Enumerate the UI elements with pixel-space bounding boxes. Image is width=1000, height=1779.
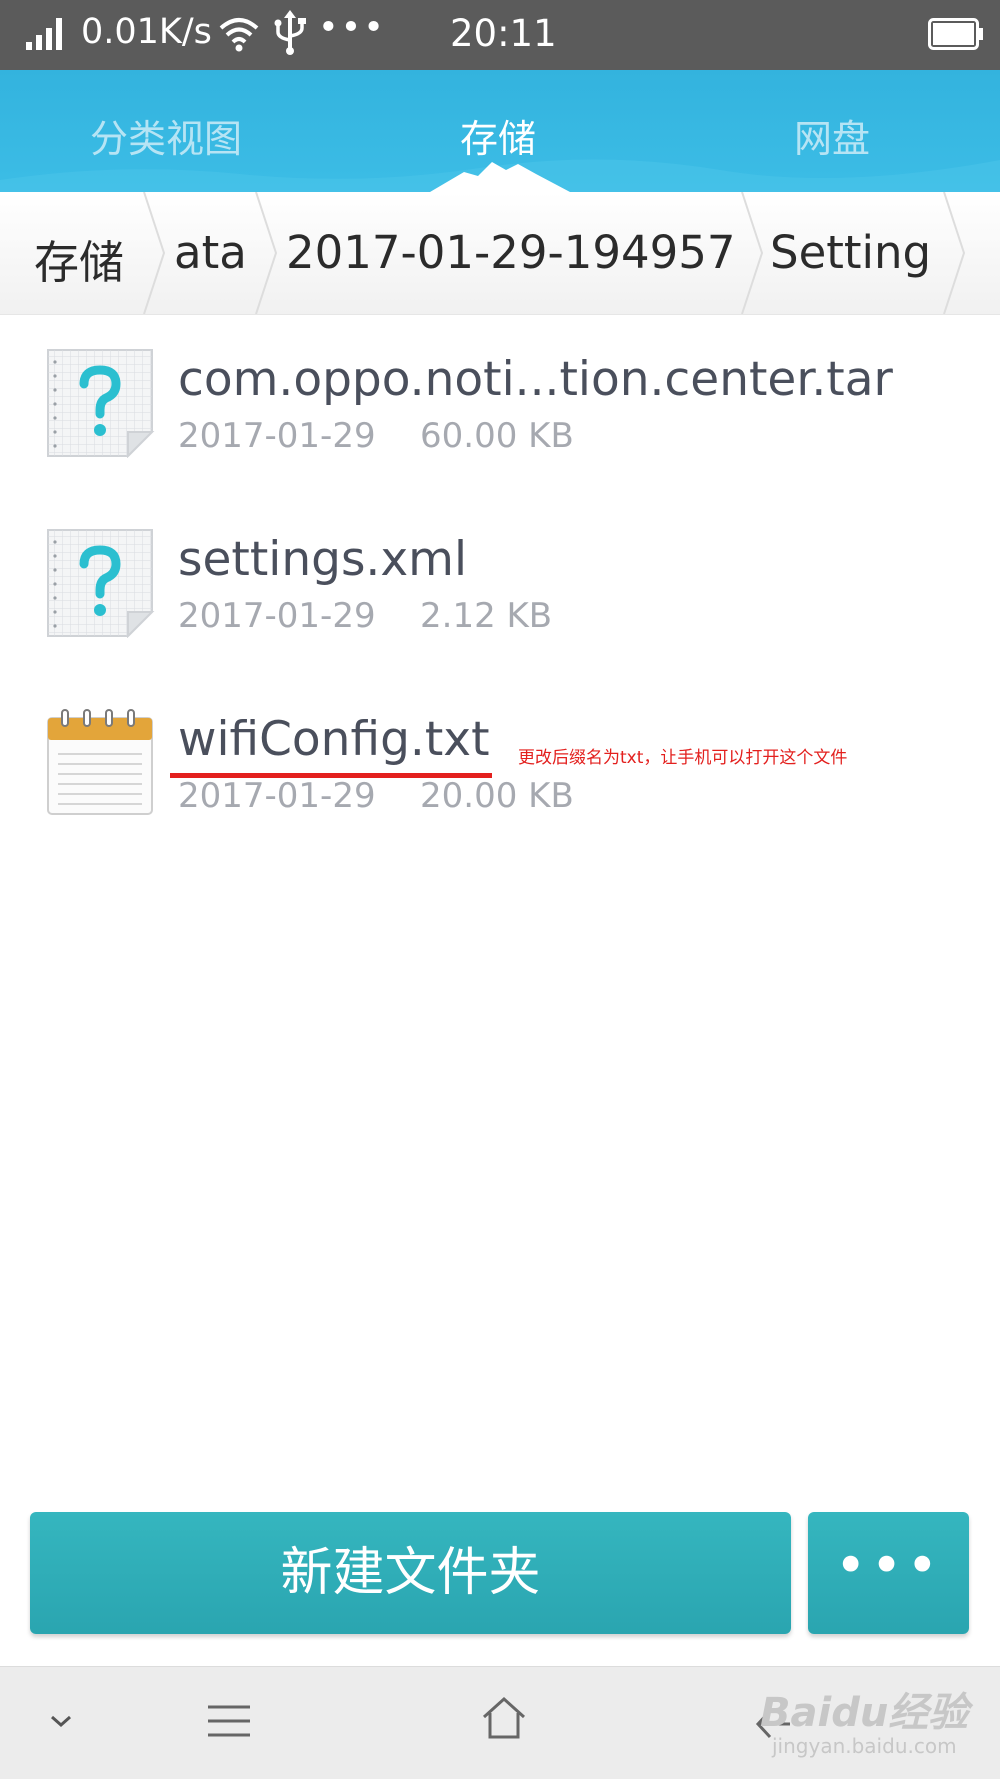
active-tab-indicator bbox=[430, 162, 570, 192]
more-options-button[interactable]: ••• bbox=[808, 1512, 969, 1634]
notepad-icon bbox=[47, 709, 153, 815]
breadcrumb: 存储 ata 2017-01-29-194957 Setting bbox=[0, 192, 1000, 315]
unknown-file-icon bbox=[47, 529, 155, 638]
tab-bar: 分类视图 存储 网盘 bbox=[0, 70, 1000, 192]
file-size: 2.12 KB bbox=[420, 596, 553, 636]
annotation-underline bbox=[170, 773, 492, 778]
file-name: wifiConfig.txt bbox=[178, 712, 490, 767]
new-folder-button[interactable]: 新建文件夹 bbox=[30, 1512, 791, 1634]
breadcrumb-item-setting[interactable]: Setting bbox=[770, 226, 931, 279]
network-speed: 0.01K/s bbox=[81, 12, 212, 52]
tab-cloud-drive[interactable]: 网盘 bbox=[794, 108, 870, 163]
breadcrumb-separator bbox=[741, 192, 764, 314]
file-row[interactable]: settings.xml 2017-01-29 2.12 KB bbox=[0, 510, 1000, 690]
menu-icon[interactable] bbox=[206, 1703, 252, 1739]
file-date: 2017-01-29 bbox=[178, 416, 376, 456]
breadcrumb-separator bbox=[943, 192, 966, 314]
unknown-file-icon bbox=[47, 349, 155, 458]
battery-icon bbox=[928, 18, 983, 50]
more-notifications: ••• bbox=[318, 8, 386, 48]
file-name: com.oppo.noti...tion.center.tar bbox=[178, 352, 893, 407]
signal-icon bbox=[26, 18, 62, 50]
breadcrumb-separator bbox=[255, 192, 278, 314]
annotation-note: 更改后缀名为txt，让手机可以打开这个文件 bbox=[518, 748, 848, 768]
file-row[interactable]: wifiConfig.txt 2017-01-29 20.00 KB bbox=[0, 690, 1000, 870]
tab-category-view[interactable]: 分类视图 bbox=[90, 108, 242, 163]
chevron-down-icon[interactable] bbox=[48, 1711, 74, 1731]
file-row[interactable]: com.oppo.noti...tion.center.tar 2017-01-… bbox=[0, 330, 1000, 510]
breadcrumb-item-ata[interactable]: ata bbox=[174, 226, 247, 279]
watermark-logo-text: Baidu经验 bbox=[760, 1690, 969, 1736]
file-name: settings.xml bbox=[178, 532, 468, 587]
file-date: 2017-01-29 bbox=[178, 776, 376, 816]
breadcrumb-separator bbox=[143, 192, 166, 314]
file-date: 2017-01-29 bbox=[178, 596, 376, 636]
file-size: 60.00 KB bbox=[420, 416, 574, 456]
status-bar: 0.01K/s ••• 20:11 bbox=[0, 0, 1000, 70]
breadcrumb-item-backup-date[interactable]: 2017-01-29-194957 bbox=[286, 226, 736, 279]
breadcrumb-item-storage[interactable]: 存储 bbox=[34, 226, 124, 291]
wifi-icon bbox=[219, 18, 259, 52]
tab-storage[interactable]: 存储 bbox=[460, 108, 536, 163]
watermark-url: jingyan.baidu.com bbox=[772, 1734, 957, 1758]
home-icon[interactable] bbox=[480, 1695, 528, 1741]
baidu-watermark: Baidu经验 jingyan.baidu.com bbox=[760, 1680, 969, 1758]
file-size: 20.00 KB bbox=[420, 776, 574, 816]
clock: 20:11 bbox=[450, 12, 557, 55]
usb-icon bbox=[274, 10, 306, 55]
